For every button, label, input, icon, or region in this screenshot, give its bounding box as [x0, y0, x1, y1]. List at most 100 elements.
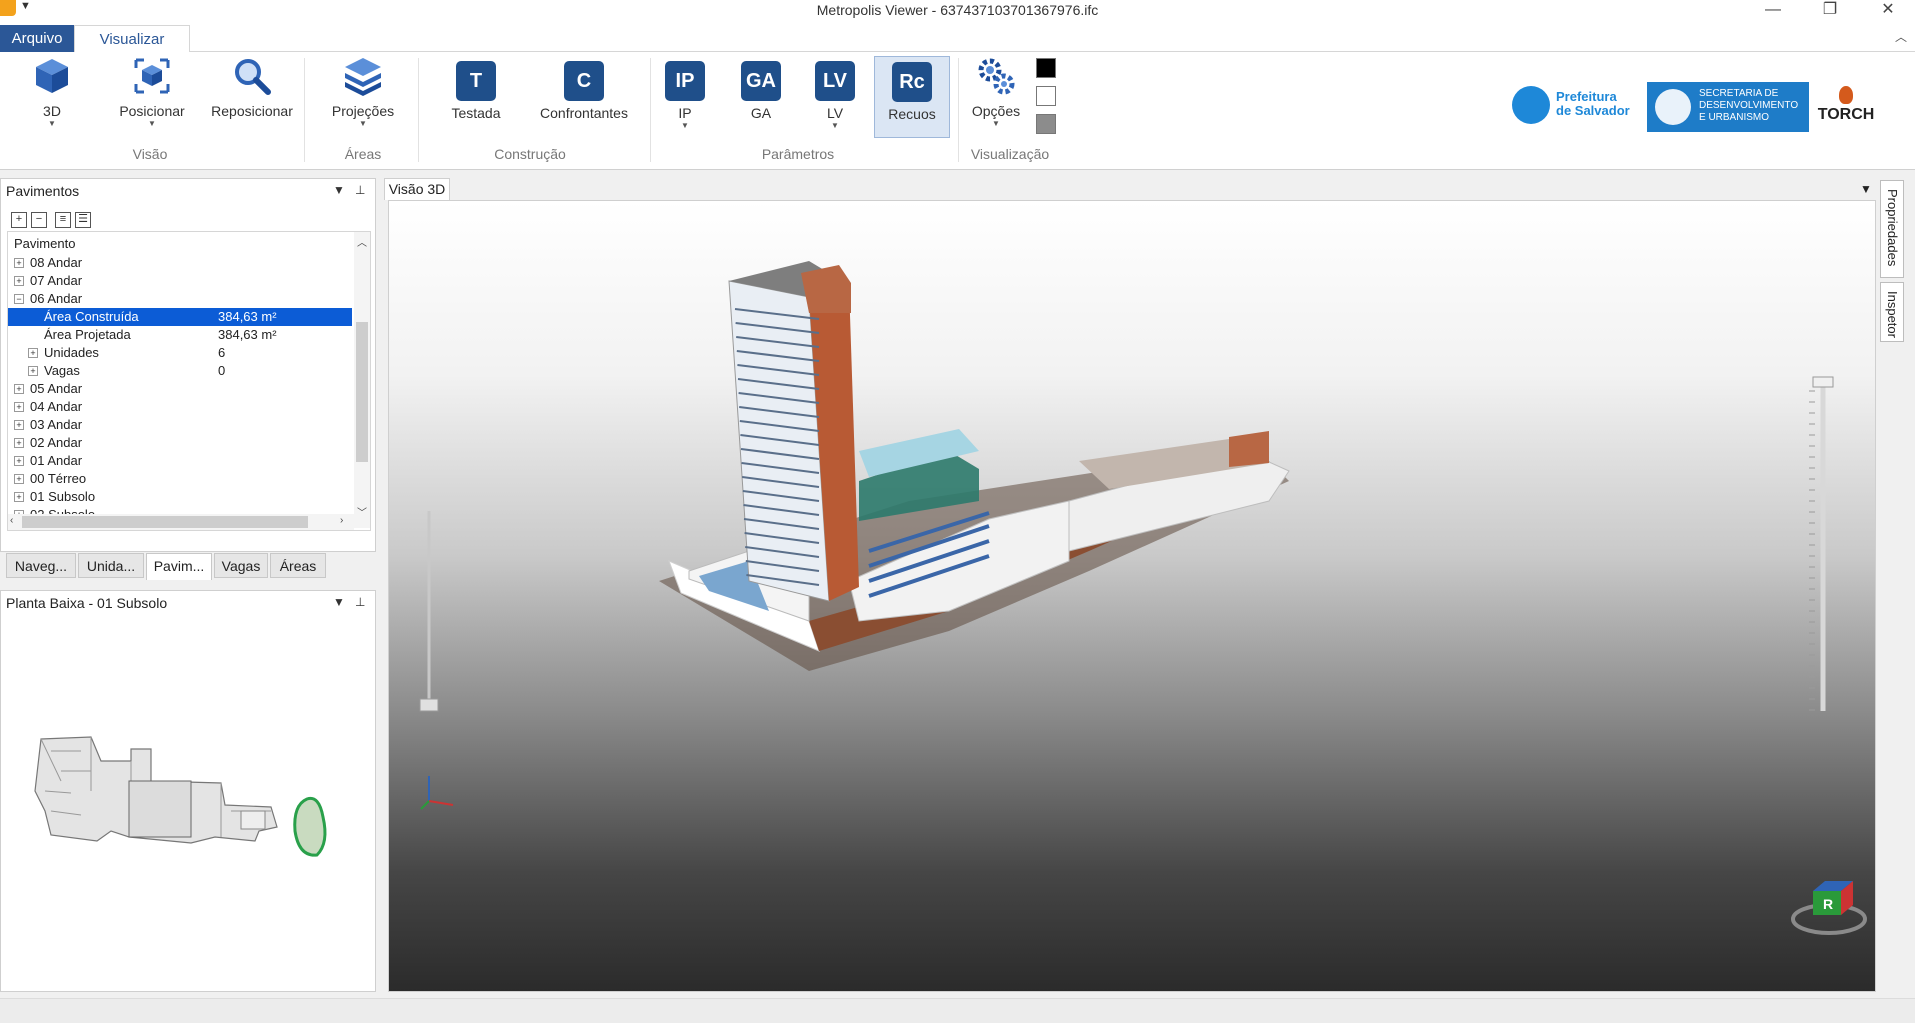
tree-horizontal-scrollbar[interactable]: ‹ ›	[8, 514, 354, 530]
expand-icon[interactable]: +	[14, 384, 24, 394]
panel-title: Planta Baixa - 01 Subsolo	[6, 595, 168, 611]
cube-icon	[36, 59, 68, 93]
reposicionar-button[interactable]: Reposicionar	[206, 56, 298, 138]
background-gray-swatch[interactable]	[1036, 114, 1056, 134]
tree-toolbar: + − ≡ ☰	[11, 209, 95, 228]
building-model[interactable]: R	[389, 201, 1876, 992]
ga-button[interactable]: GA GA	[736, 56, 786, 138]
ga-badge-icon: GA	[741, 61, 781, 101]
scroll-left-icon[interactable]: ‹	[10, 515, 13, 526]
expand-icon[interactable]: +	[28, 348, 38, 358]
expand-icon[interactable]: +	[28, 366, 38, 376]
testada-badge-icon: T	[456, 61, 496, 101]
layers-icon	[345, 58, 381, 96]
pin-icon[interactable]: ⊥	[355, 595, 365, 609]
testada-button[interactable]: T Testada	[446, 56, 506, 138]
chevron-down-icon: ▼	[831, 121, 839, 130]
prefeitura-emblem-icon	[1512, 86, 1550, 124]
tree-row[interactable]: + Vagas 0	[8, 362, 352, 380]
expand-icon[interactable]: +	[14, 474, 24, 484]
minimize-button[interactable]: —	[1751, 0, 1795, 22]
close-button[interactable]: ✕	[1866, 0, 1910, 22]
tree-row[interactable]: +05 Andar	[8, 380, 352, 398]
expand-icon[interactable]: +	[14, 402, 24, 412]
tab-inspetor[interactable]: Inspetor	[1880, 282, 1904, 342]
tree-row-value: 0	[218, 363, 226, 378]
tree-row[interactable]: +01 Subsolo	[8, 488, 352, 506]
tree-row[interactable]: +04 Andar	[8, 398, 352, 416]
ip-button[interactable]: IP IP ▼	[660, 56, 710, 138]
tree-row[interactable]: −06 Andar	[8, 290, 352, 308]
expand-level-icon[interactable]: ≡	[55, 212, 71, 228]
right-slider-handle[interactable]	[1812, 376, 1834, 388]
panel-menu-icon[interactable]: ▼	[333, 183, 345, 197]
3d-label: 3D	[43, 103, 61, 119]
3d-button[interactable]: 3D ▼	[30, 56, 74, 138]
left-tab[interactable]: Unida...	[78, 553, 144, 578]
tree-row[interactable]: +01 Andar	[8, 452, 352, 470]
tree-vertical-scrollbar[interactable]: ︿ ﹀	[354, 232, 370, 528]
scroll-right-icon[interactable]: ›	[340, 515, 343, 526]
magnifier-icon	[235, 59, 271, 95]
left-slider-handle[interactable]	[419, 698, 439, 712]
left-tab[interactable]: Vagas	[214, 553, 268, 578]
group-construcao: Construção	[494, 146, 566, 162]
tower-roof-structure	[801, 265, 851, 313]
projecoes-button[interactable]: Projeções ▼	[326, 56, 400, 138]
left-tab[interactable]: Naveg...	[6, 553, 76, 578]
tree-row-label: 00 Térreo	[30, 471, 87, 486]
posicionar-button[interactable]: Posicionar ▼	[114, 56, 190, 138]
collapse-level-icon[interactable]: ☰	[75, 212, 91, 228]
maximize-button[interactable]: ❐	[1808, 0, 1852, 22]
tree-row[interactable]: + Unidades 6	[8, 344, 352, 362]
tab-arquivo[interactable]: Arquivo	[0, 25, 74, 52]
secretaria-logo: SECRETARIA DE DESENVOLVIMENTO E URBANISMO	[1647, 82, 1809, 132]
tab-visao-3d[interactable]: Visão 3D	[384, 178, 450, 200]
group-divider	[958, 58, 959, 162]
background-black-swatch[interactable]	[1036, 58, 1056, 78]
panel-title: Pavimentos	[6, 183, 80, 199]
torch-logo-text: TORCH	[1817, 106, 1875, 123]
view-menu-icon[interactable]: ▼	[1860, 182, 1872, 196]
tree-row-value: 384,63 m²	[218, 309, 277, 324]
scrollbar-thumb[interactable]	[356, 322, 368, 462]
expand-icon[interactable]: +	[14, 438, 24, 448]
lv-button[interactable]: LV LV ▼	[810, 56, 860, 138]
expand-all-icon[interactable]: +	[11, 212, 27, 228]
opcoes-button[interactable]: Opções ▼	[964, 56, 1028, 138]
left-tab[interactable]: Áreas	[270, 553, 326, 578]
tree-row[interactable]: +00 Térreo	[8, 470, 352, 488]
background-white-swatch[interactable]	[1036, 86, 1056, 106]
pin-icon[interactable]: ⊥	[355, 183, 365, 197]
tree-row[interactable]: +02 Andar	[8, 434, 352, 452]
group-areas: Áreas	[344, 146, 382, 162]
tree-row[interactable]: Área Projetada 384,63 m²	[8, 326, 352, 344]
collapse-ribbon-icon[interactable]: ︿	[1895, 28, 1907, 45]
tree-row[interactable]: +07 Andar	[8, 272, 352, 290]
tree-row[interactable]: +08 Andar	[8, 254, 352, 272]
floor-plan-drawing[interactable]	[31, 731, 351, 861]
left-tab[interactable]: Pavim...	[146, 553, 212, 580]
collapse-icon[interactable]: −	[14, 294, 24, 304]
scrollbar-thumb[interactable]	[22, 516, 308, 528]
scroll-down-icon[interactable]: ﹀	[357, 504, 367, 519]
expand-icon[interactable]: +	[14, 258, 24, 268]
recuos-button[interactable]: Rc Recuos	[874, 56, 950, 138]
confrontantes-button[interactable]: C Confrontantes	[530, 56, 638, 138]
tree-row-label: Área Construída	[44, 309, 139, 324]
collapse-all-icon[interactable]: −	[31, 212, 47, 228]
tree-row[interactable]: +03 Andar	[8, 416, 352, 434]
3d-viewport[interactable]: R	[388, 200, 1876, 992]
expand-icon[interactable]: +	[14, 420, 24, 430]
tab-propriedades[interactable]: Propriedades	[1880, 180, 1904, 278]
panel-menu-icon[interactable]: ▼	[333, 595, 345, 609]
recuos-badge-icon: Rc	[892, 62, 932, 102]
recuos-label: Recuos	[888, 106, 936, 122]
tab-visualizar[interactable]: Visualizar	[74, 25, 190, 53]
expand-icon[interactable]: +	[14, 456, 24, 466]
expand-icon[interactable]: +	[14, 276, 24, 286]
expand-icon[interactable]: +	[14, 492, 24, 502]
tree-row[interactable]: Área Construída 384,63 m²	[8, 308, 352, 326]
scroll-up-icon[interactable]: ︿	[357, 234, 367, 249]
group-divider	[418, 58, 419, 162]
